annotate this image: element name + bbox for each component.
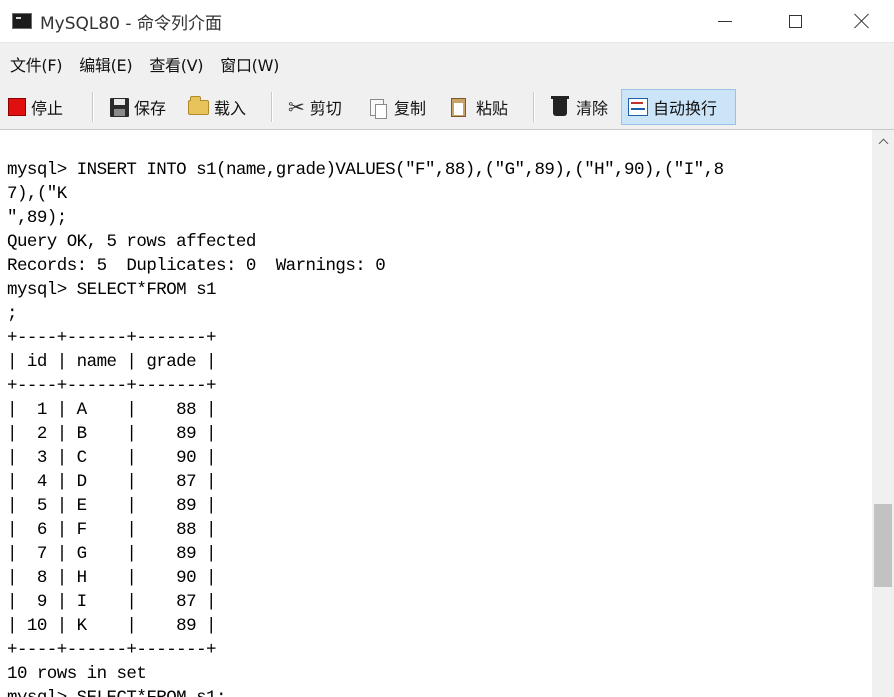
stop-label: 停止 — [31, 99, 64, 118]
paste-label: 粘贴 — [476, 99, 509, 118]
console-line: 10 rows in set — [7, 664, 147, 684]
scroll-up-arrow-icon[interactable] — [872, 130, 894, 152]
save-button[interactable]: 保存 — [110, 91, 166, 123]
table-row: | 5 | E | 89 | — [7, 496, 217, 516]
load-label: 载入 — [214, 99, 247, 118]
table-row: | 6 | F | 88 | — [7, 520, 217, 540]
console-line: mysql> SELECT*FROM s1 — [7, 280, 217, 300]
wrap-text-icon — [628, 98, 648, 116]
copy-icon — [370, 98, 387, 119]
vertical-scrollbar[interactable] — [872, 130, 894, 697]
console-output[interactable]: mysql> INSERT INTO s1(name,grade)VALUES(… — [0, 130, 872, 697]
console-line: Records: 5 Duplicates: 0 Warnings: 0 — [7, 256, 386, 276]
minimize-button[interactable] — [690, 0, 760, 42]
table-row: | 9 | I | 87 | — [7, 592, 217, 612]
console-line: 7),("K — [7, 184, 67, 204]
trash-icon — [551, 95, 569, 116]
table-border: +----+------+-------+ — [7, 376, 217, 396]
menu-bar: 文件(F) 编辑(E) 查看(V) 窗口(W) — [0, 43, 894, 85]
stop-button[interactable]: 停止 — [8, 91, 63, 123]
stop-icon — [8, 98, 26, 116]
menu-file[interactable]: 文件(F) — [9, 52, 63, 76]
console-line: mysql> SELECT*FROM s1; — [7, 686, 227, 697]
window-title: MySQL80 - 命令列介面 — [40, 14, 222, 34]
clipboard-icon — [451, 97, 466, 117]
toolbar: 停止 保存 载入 ✂ 剪切 复制 粘贴 清除 自动换行 — [0, 85, 894, 130]
table-row: | 10 | K | 89 | — [7, 616, 217, 636]
title-bar: MySQL80 - 命令列介面 — [0, 0, 894, 43]
terminal-icon — [12, 13, 32, 29]
table-border: +----+------+-------+ — [7, 640, 217, 660]
clear-button[interactable]: 清除 — [551, 91, 609, 123]
table-row: | 8 | H | 90 | — [7, 568, 217, 588]
console-line: ",89); — [7, 208, 67, 228]
table-row: | 1 | A | 88 | — [7, 400, 217, 420]
folder-icon — [188, 95, 209, 115]
copy-label: 复制 — [394, 99, 427, 118]
cut-label: 剪切 — [309, 99, 342, 118]
table-row: | 4 | D | 87 | — [7, 472, 217, 492]
console-line: mysql> INSERT INTO s1(name,grade)VALUES(… — [7, 160, 724, 180]
close-icon — [854, 13, 870, 29]
floppy-icon — [110, 97, 129, 117]
table-row: | 7 | G | 89 | — [7, 544, 217, 564]
menu-view[interactable]: 查看(V) — [148, 52, 204, 76]
table-row: | 2 | B | 89 | — [7, 424, 217, 444]
paste-button[interactable]: 粘贴 — [451, 91, 508, 123]
maximize-button[interactable] — [760, 0, 830, 42]
scrollbar-thumb[interactable] — [874, 504, 892, 587]
word-wrap-label: 自动换行 — [653, 99, 718, 118]
word-wrap-button[interactable]: 自动换行 — [621, 89, 736, 125]
toolbar-separator — [533, 92, 535, 122]
console-line: Query OK, 5 rows affected — [7, 232, 256, 252]
scissors-icon: ✂ — [288, 95, 305, 119]
maximize-icon — [788, 14, 802, 28]
copy-button[interactable]: 复制 — [370, 91, 426, 123]
table-border: +----+------+-------+ — [7, 328, 217, 348]
cut-button[interactable]: ✂ 剪切 — [288, 91, 342, 123]
table-header: | id | name | grade | — [7, 352, 217, 372]
toolbar-separator — [92, 92, 94, 122]
save-label: 保存 — [134, 99, 167, 118]
clear-label: 清除 — [576, 99, 609, 118]
minimize-icon — [718, 20, 732, 22]
table-row: | 3 | C | 90 | — [7, 448, 217, 468]
load-button[interactable]: 载入 — [188, 91, 246, 123]
menu-edit[interactable]: 编辑(E) — [78, 52, 133, 76]
console-line: ; — [7, 304, 18, 324]
toolbar-separator — [271, 92, 273, 122]
close-button[interactable] — [830, 0, 894, 42]
menu-window[interactable]: 窗口(W) — [219, 52, 280, 76]
